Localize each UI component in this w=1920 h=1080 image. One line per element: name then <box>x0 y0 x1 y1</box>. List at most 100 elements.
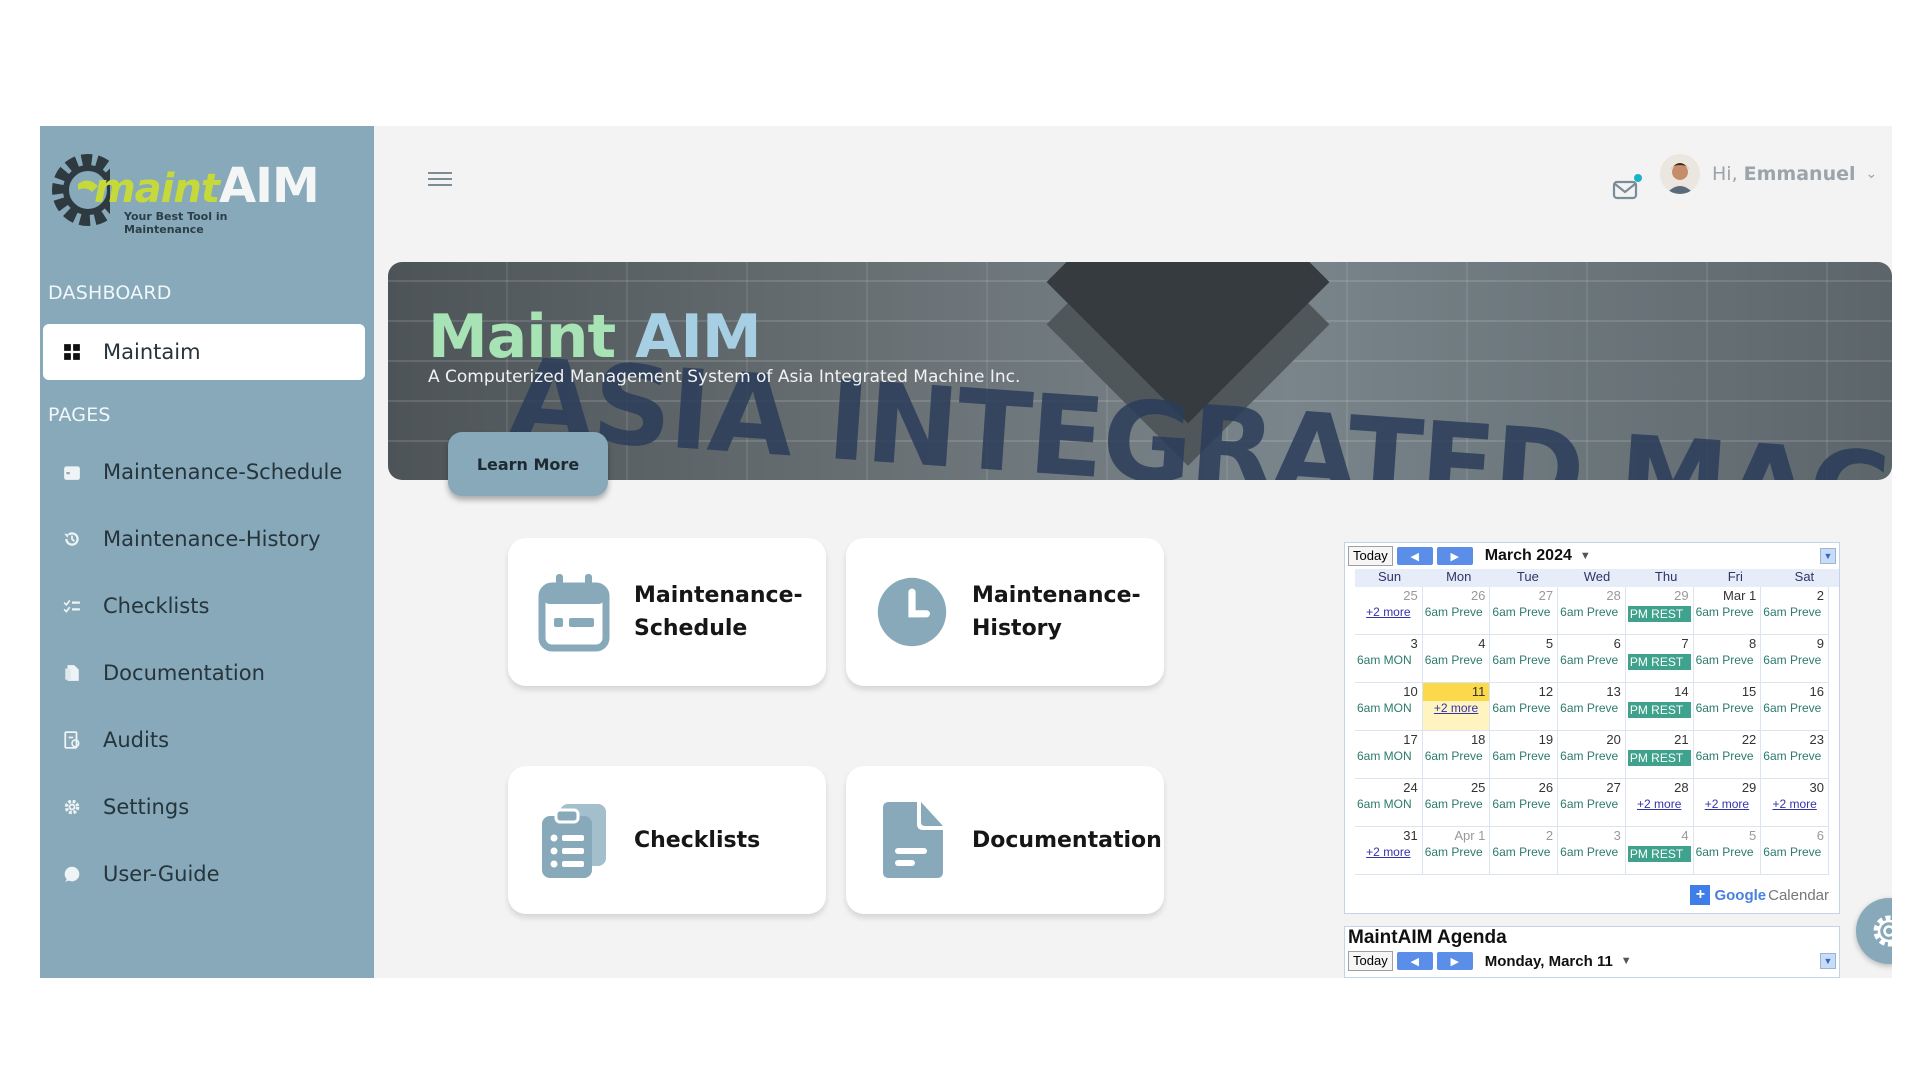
more-events-link[interactable]: +2 more <box>1423 701 1490 715</box>
calendar-day-cell[interactable]: 28 +2 more <box>1625 779 1694 827</box>
agenda-today-button[interactable]: Today <box>1348 951 1393 971</box>
sidebar-item-settings[interactable]: Settings <box>43 779 365 835</box>
sidebar-item-maintaim[interactable]: Maintaim <box>43 324 365 380</box>
sidebar-item-audits[interactable]: Audits <box>43 712 365 768</box>
calendar-day-cell[interactable]: 29 PM REST <box>1625 587 1694 635</box>
calendar-day-cell[interactable]: 14 PM REST <box>1625 683 1694 731</box>
calendar-event[interactable]: 6am Preve <box>1558 701 1625 715</box>
calendar-day-cell[interactable]: 29 +2 more <box>1693 779 1762 827</box>
calendar-menu-button[interactable]: ▼ <box>1820 548 1836 564</box>
logo[interactable]: maintAIM Your Best Tool in Maintenance <box>48 146 320 236</box>
calendar-event[interactable]: 6am Preve <box>1423 845 1490 859</box>
calendar-day-cell[interactable]: 12 6am Preve <box>1490 683 1559 731</box>
calendar-day-cell[interactable]: Mar 1 6am Preve <box>1693 587 1762 635</box>
calendar-day-cell[interactable]: 16 6am Preve <box>1761 683 1829 731</box>
card-documentation[interactable]: Documentation <box>846 766 1164 914</box>
calendar-event[interactable]: 6am MON <box>1355 701 1422 715</box>
calendar-day-cell[interactable]: 10 6am MON <box>1355 683 1423 731</box>
calendar-day-cell[interactable]: 11 +2 more <box>1422 683 1491 731</box>
calendar-event[interactable]: PM REST <box>1627 702 1691 718</box>
avatar[interactable] <box>1660 154 1700 194</box>
calendar-day-cell[interactable]: 15 6am Preve <box>1693 683 1762 731</box>
sidebar-item-user-guide[interactable]: User-Guide <box>43 846 365 902</box>
more-events-link[interactable]: +2 more <box>1626 797 1693 811</box>
calendar-day-cell[interactable]: 30 +2 more <box>1761 779 1829 827</box>
calendar-day-cell[interactable]: 26 6am Preve <box>1490 779 1559 827</box>
calendar-day-cell[interactable]: 5 6am Preve <box>1490 635 1559 683</box>
calendar-day-cell[interactable]: 6 6am Preve <box>1558 635 1626 683</box>
calendar-day-cell[interactable]: 3 6am MON <box>1355 635 1423 683</box>
calendar-day-cell[interactable]: 6 6am Preve <box>1761 827 1829 875</box>
settings-floating-button[interactable] <box>1856 898 1892 964</box>
calendar-day-cell[interactable]: 20 6am Preve <box>1558 731 1626 779</box>
calendar-event[interactable]: 6am Preve <box>1694 605 1761 619</box>
calendar-today-button[interactable]: Today <box>1348 546 1393 566</box>
calendar-day-cell[interactable]: 2 6am Preve <box>1761 587 1829 635</box>
more-events-link[interactable]: +2 more <box>1694 797 1761 811</box>
add-to-google-calendar[interactable]: + Google Calendar <box>1690 885 1829 905</box>
calendar-event[interactable]: 6am Preve <box>1558 605 1625 619</box>
calendar-day-cell[interactable]: 27 6am Preve <box>1490 587 1559 635</box>
calendar-day-cell[interactable]: 23 6am Preve <box>1761 731 1829 779</box>
calendar-day-cell[interactable]: 4 PM REST <box>1625 827 1694 875</box>
calendar-event[interactable]: 6am Preve <box>1558 653 1625 667</box>
calendar-day-cell[interactable]: 24 6am MON <box>1355 779 1423 827</box>
calendar-event[interactable]: 6am Preve <box>1761 653 1828 667</box>
more-events-link[interactable]: +2 more <box>1761 797 1828 811</box>
calendar-event[interactable]: 6am Preve <box>1761 605 1828 619</box>
calendar-day-cell[interactable]: 22 6am Preve <box>1693 731 1762 779</box>
sidebar-item-maintenance-schedule[interactable]: Maintenance-Schedule <box>43 444 365 500</box>
sidebar-item-maintenance-history[interactable]: Maintenance-History <box>43 511 365 567</box>
card-maintenance-history[interactable]: Maintenance- History <box>846 538 1164 686</box>
calendar-day-cell[interactable]: 5 6am Preve <box>1693 827 1762 875</box>
card-checklists[interactable]: Checklists <box>508 766 826 914</box>
calendar-event[interactable]: 6am MON <box>1355 653 1422 667</box>
calendar-event[interactable]: 6am Preve <box>1423 797 1490 811</box>
more-events-link[interactable]: +2 more <box>1355 605 1422 619</box>
calendar-day-cell[interactable]: 18 6am Preve <box>1422 731 1491 779</box>
calendar-day-cell[interactable]: 28 6am Preve <box>1558 587 1626 635</box>
calendar-event[interactable]: 6am Preve <box>1490 701 1557 715</box>
calendar-event[interactable]: 6am Preve <box>1694 653 1761 667</box>
calendar-event[interactable]: PM REST <box>1627 846 1691 862</box>
calendar-day-cell[interactable]: 27 6am Preve <box>1558 779 1626 827</box>
calendar-event[interactable]: 6am Preve <box>1761 701 1828 715</box>
calendar-day-cell[interactable]: 13 6am Preve <box>1558 683 1626 731</box>
calendar-day-cell[interactable]: 21 PM REST <box>1625 731 1694 779</box>
calendar-event[interactable]: 6am Preve <box>1694 749 1761 763</box>
calendar-event[interactable]: 6am Preve <box>1558 797 1625 811</box>
calendar-event[interactable]: 6am Preve <box>1558 749 1625 763</box>
agenda-menu-button[interactable]: ▼ <box>1820 953 1836 969</box>
calendar-day-cell[interactable]: 9 6am Preve <box>1761 635 1829 683</box>
messages-button[interactable] <box>1608 172 1644 204</box>
calendar-day-cell[interactable]: 8 6am Preve <box>1693 635 1762 683</box>
calendar-day-cell[interactable]: 31 +2 more <box>1355 827 1423 875</box>
calendar-event[interactable]: 6am Preve <box>1423 605 1490 619</box>
calendar-event[interactable]: 6am Preve <box>1490 749 1557 763</box>
calendar-event[interactable]: 6am Preve <box>1490 797 1557 811</box>
calendar-event[interactable]: 6am Preve <box>1761 749 1828 763</box>
calendar-next-button[interactable]: ▶ <box>1436 547 1473 565</box>
calendar-day-cell[interactable]: 25 +2 more <box>1355 587 1423 635</box>
calendar-event[interactable]: 6am Preve <box>1490 605 1557 619</box>
calendar-day-cell[interactable]: 7 PM REST <box>1625 635 1694 683</box>
agenda-dropdown-icon[interactable]: ▼ <box>1621 955 1632 967</box>
calendar-event[interactable]: 6am Preve <box>1490 845 1557 859</box>
calendar-day-cell[interactable]: 17 6am MON <box>1355 731 1423 779</box>
calendar-event[interactable]: 6am Preve <box>1423 749 1490 763</box>
user-menu[interactable]: Hi, Emmanuel ⌄ <box>1660 152 1880 196</box>
calendar-day-cell[interactable]: 2 6am Preve <box>1490 827 1559 875</box>
sidebar-item-checklists[interactable]: Checklists <box>43 578 365 634</box>
calendar-day-cell[interactable]: 25 6am Preve <box>1422 779 1491 827</box>
calendar-event[interactable]: 6am MON <box>1355 797 1422 811</box>
calendar-day-cell[interactable]: 19 6am Preve <box>1490 731 1559 779</box>
calendar-prev-button[interactable]: ◀ <box>1396 547 1433 565</box>
calendar-event[interactable]: 6am Preve <box>1490 653 1557 667</box>
calendar-dropdown-icon[interactable]: ▼ <box>1580 550 1591 562</box>
calendar-event[interactable]: 6am MON <box>1355 749 1422 763</box>
agenda-prev-button[interactable]: ◀ <box>1396 952 1433 970</box>
calendar-event[interactable]: 6am Preve <box>1423 653 1490 667</box>
menu-toggle-button[interactable] <box>428 168 452 192</box>
learn-more-button[interactable]: Learn More <box>448 432 608 496</box>
more-events-link[interactable]: +2 more <box>1355 845 1422 859</box>
